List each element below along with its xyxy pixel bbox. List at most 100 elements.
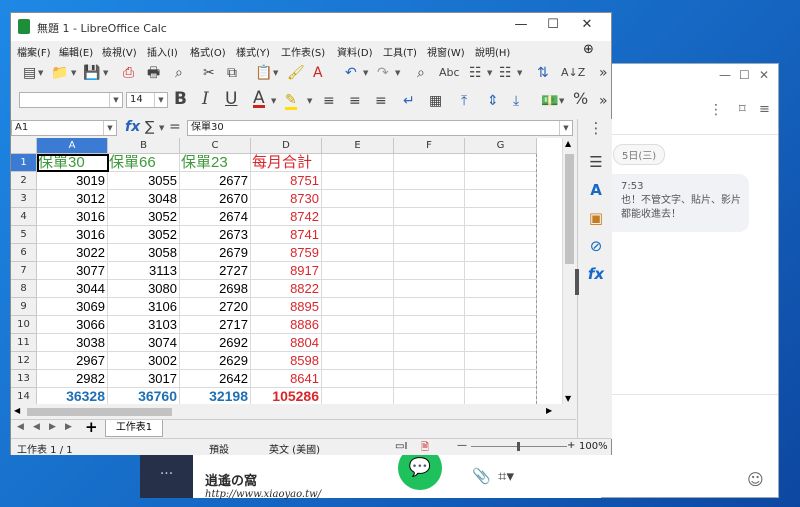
cell-f5[interactable]	[394, 226, 465, 244]
cell-b11[interactable]: 3074	[108, 334, 180, 352]
cell-a9[interactable]: 3069	[37, 298, 108, 316]
zoom-level[interactable]: 100%	[579, 441, 608, 452]
scroll-right-icon[interactable]: ▶	[546, 406, 552, 415]
cell-d14[interactable]: 105286	[251, 388, 322, 404]
cell-b2[interactable]: 3055	[108, 172, 180, 190]
row-header-11[interactable]: 11	[11, 334, 37, 352]
cell-f8[interactable]	[394, 280, 465, 298]
cell-f14[interactable]	[394, 388, 465, 404]
row-header-6[interactable]: 6	[11, 244, 37, 262]
functions-icon[interactable]: fx	[586, 265, 606, 285]
cell-c13[interactable]: 2642	[180, 370, 251, 388]
last-sheet-icon[interactable]: ▶	[65, 422, 72, 432]
chevron-down-icon[interactable]: ▼	[154, 93, 167, 107]
cell-f12[interactable]	[394, 352, 465, 370]
cell-f7[interactable]	[394, 262, 465, 280]
export-pdf-icon[interactable]: ⎙	[123, 65, 134, 81]
sum-icon[interactable]: ∑	[145, 119, 154, 135]
cell-g4[interactable]	[465, 208, 537, 226]
undo-icon[interactable]: ↶	[345, 65, 357, 81]
cell-g14[interactable]	[465, 388, 537, 404]
find-replace-icon[interactable]: ⌕	[417, 65, 425, 81]
menu-tools[interactable]: 工具(T)	[383, 44, 417, 59]
emoji-icon[interactable]: ☺	[747, 470, 764, 489]
cell-b13[interactable]: 3017	[108, 370, 180, 388]
cell-d13[interactable]: 8641	[251, 370, 322, 388]
more-format-icon[interactable]: »	[599, 93, 608, 109]
cell-g1[interactable]	[465, 154, 537, 172]
align-left-icon[interactable]: ≡	[323, 93, 335, 109]
number-format-icon[interactable]: 💵	[541, 93, 558, 109]
cell-c10[interactable]: 2717	[180, 316, 251, 334]
crop-icon[interactable]: ⌗▾	[498, 467, 514, 485]
cell-a7[interactable]: 3077	[37, 262, 108, 280]
cell-f4[interactable]	[394, 208, 465, 226]
cell-g5[interactable]	[465, 226, 537, 244]
menu-icon[interactable]: ≡	[759, 102, 770, 117]
spelling-icon[interactable]: Abc	[439, 65, 460, 81]
formula-input[interactable]: 保單30 ▼	[187, 120, 573, 136]
column-header-f[interactable]: F	[394, 138, 465, 154]
prev-sheet-icon[interactable]: ◀	[33, 422, 40, 432]
cell-d2[interactable]: 8751	[251, 172, 322, 190]
menu-view[interactable]: 檢視(V)	[102, 44, 137, 59]
cell-b5[interactable]: 3052	[108, 226, 180, 244]
menu-window[interactable]: 視窗(W)	[427, 44, 465, 59]
chevron-down-icon[interactable]: ▼	[103, 121, 116, 135]
cell-a3[interactable]: 3012	[37, 190, 108, 208]
cell-b12[interactable]: 3002	[108, 352, 180, 370]
clone-formatting-icon[interactable]: 🖌	[287, 65, 305, 81]
chevron-down-icon[interactable]: ▼	[109, 93, 122, 107]
scroll-up-icon[interactable]: ▲	[565, 139, 571, 148]
bookmark-icon[interactable]: ⌑	[739, 102, 746, 117]
cell-c4[interactable]: 2674	[180, 208, 251, 226]
menu-format[interactable]: 格式(O)	[190, 44, 226, 59]
gallery-icon[interactable]: ▣	[586, 209, 606, 229]
cell-b6[interactable]: 3058	[108, 244, 180, 262]
row-header-7[interactable]: 7	[11, 262, 37, 280]
cell-a13[interactable]: 2982	[37, 370, 108, 388]
cell-e6[interactable]	[322, 244, 394, 262]
cell-d12[interactable]: 8598	[251, 352, 322, 370]
cell-g10[interactable]	[465, 316, 537, 334]
scroll-left-icon[interactable]: ◀	[14, 406, 20, 415]
menu-sheet[interactable]: 工作表(S)	[281, 44, 325, 59]
cell-a4[interactable]: 3016	[37, 208, 108, 226]
row-header-4[interactable]: 4	[11, 208, 37, 226]
cell-g11[interactable]	[465, 334, 537, 352]
cell-d9[interactable]: 8895	[251, 298, 322, 316]
cell-c6[interactable]: 2679	[180, 244, 251, 262]
chat-maximize-button[interactable]: ☐	[739, 68, 750, 82]
cell-c7[interactable]: 2727	[180, 262, 251, 280]
maximize-button[interactable]: ☐	[541, 17, 565, 32]
row-header-10[interactable]: 10	[11, 316, 37, 334]
cell-a10[interactable]: 3066	[37, 316, 108, 334]
cell-f3[interactable]	[394, 190, 465, 208]
zoom-slider-thumb[interactable]	[517, 442, 520, 451]
cell-f13[interactable]	[394, 370, 465, 388]
column-icon[interactable]: ☷	[499, 65, 512, 81]
align-bottom-icon[interactable]: ⤓	[513, 93, 519, 109]
cell-d5[interactable]: 8741	[251, 226, 322, 244]
cell-e11[interactable]	[322, 334, 394, 352]
cell-e8[interactable]	[322, 280, 394, 298]
cell-a5[interactable]: 3016	[37, 226, 108, 244]
cell-e14[interactable]	[322, 388, 394, 404]
cell-e2[interactable]	[322, 172, 394, 190]
cell-a6[interactable]: 3022	[37, 244, 108, 262]
open-folder-icon[interactable]: 📁	[51, 65, 68, 81]
sidebar-menu-icon[interactable]: ⋮	[586, 119, 606, 139]
column-header-c[interactable]: C	[180, 138, 251, 154]
row-icon[interactable]: ☷	[469, 65, 482, 81]
selection-mode-icon[interactable]: ▭I	[395, 441, 407, 452]
cut-icon[interactable]: ✂	[203, 65, 215, 81]
cell-b8[interactable]: 3080	[108, 280, 180, 298]
cell-g13[interactable]	[465, 370, 537, 388]
menu-edit[interactable]: 編輯(E)	[59, 44, 93, 59]
sort-icon[interactable]: ⇅	[537, 65, 549, 81]
cell-g8[interactable]	[465, 280, 537, 298]
zoom-in-icon[interactable]: +	[567, 440, 575, 451]
close-button[interactable]: ✕	[575, 17, 599, 32]
next-sheet-icon[interactable]: ▶	[49, 422, 56, 432]
cell-f2[interactable]	[394, 172, 465, 190]
